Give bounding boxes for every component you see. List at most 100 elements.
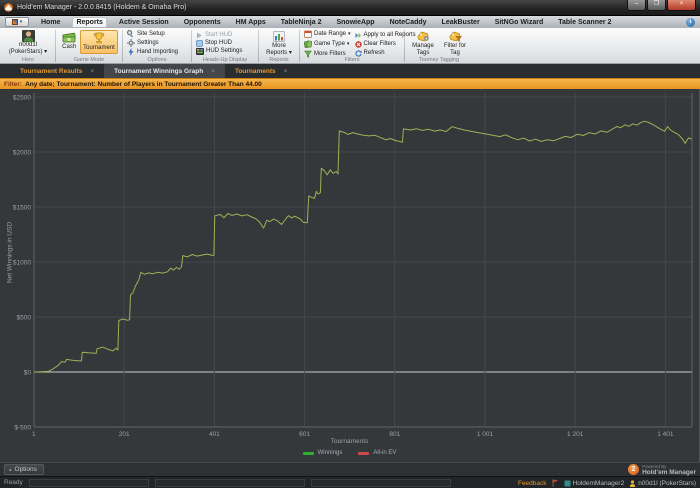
filter-for-tag-label: Filter for Tag <box>443 43 466 56</box>
site-setup-icon <box>127 30 134 38</box>
tournament-label: Tournament <box>83 45 115 51</box>
title-bar: Hold'em Manager - 2.0.0.8415 (Holdem & O… <box>0 0 700 16</box>
menu-item-reports[interactable]: Reports <box>72 17 107 27</box>
chevron-down-icon: ▾ <box>288 49 292 56</box>
account-status[interactable]: HoldemManager2 <box>563 479 624 487</box>
app-menu-button[interactable]: ▾ <box>5 17 29 27</box>
group-label-reports: Reports <box>269 57 289 63</box>
chevron-down-icon: ▾ <box>346 41 350 47</box>
svg-text:$500: $500 <box>17 315 32 322</box>
cards-icon <box>304 40 312 48</box>
legend-winnings: Winnings <box>302 450 342 456</box>
ribbon-toolbar: n00d1l (PokerStars) ▾ Hero Cash Tourname… <box>0 28 700 64</box>
hero-site[interactable]: (PokerStars) ▾ <box>9 49 47 56</box>
status-segment <box>310 479 451 487</box>
svg-text:$1500: $1500 <box>13 205 31 212</box>
hud-settings-button[interactable]: HUD Settings <box>196 47 242 55</box>
status-segment <box>28 479 149 487</box>
options-button[interactable]: ▴ Options <box>4 464 44 475</box>
play-icon <box>197 32 202 38</box>
legend-allin-ev-swatch <box>358 451 370 455</box>
info-icon[interactable]: i <box>686 17 695 27</box>
minimize-button[interactable]: – <box>627 0 646 11</box>
hand-importing-button[interactable]: Hand Importing <box>127 48 178 56</box>
tab-tournament-results[interactable]: Tournament Results × <box>10 64 104 78</box>
menu-item-opponents[interactable]: Opponents <box>181 18 224 27</box>
menu-item-tableninja[interactable]: TableNinja 2 <box>278 18 325 27</box>
ribbon-group-hud: Start HUD Stop HUD HUD Settings Heads-Up… <box>193 29 257 63</box>
svg-text:401: 401 <box>209 431 220 438</box>
ribbon-group-options: Site Setup Settings Hand Importing Optio… <box>124 29 190 63</box>
legend-winnings-swatch <box>302 451 314 455</box>
stop-icon <box>196 39 203 47</box>
status-ready: Ready <box>4 479 23 486</box>
svg-text:601: 601 <box>299 431 310 438</box>
user-status[interactable]: n00d1l (PokerStars) <box>629 480 696 487</box>
ribbon-group-tagging: Manage Tags Filter for Tag Tourney Taggi… <box>406 29 472 63</box>
svg-text:201: 201 <box>119 431 130 438</box>
brand-name: Hold'em Manager <box>642 468 696 476</box>
svg-text:1 201: 1 201 <box>567 431 584 438</box>
menu-item-active-session[interactable]: Active Session <box>116 18 172 27</box>
close-button[interactable]: × <box>667 0 696 11</box>
close-icon[interactable]: × <box>211 68 215 75</box>
status-segment <box>154 479 305 487</box>
ribbon-separator <box>55 30 56 62</box>
y-axis-label: Net Winnings in USD <box>6 221 14 284</box>
maximize-button[interactable]: ❐ <box>647 0 666 11</box>
group-label-hero: Hero <box>22 57 34 63</box>
cash-button[interactable]: Cash <box>60 30 78 52</box>
svg-text:1 401: 1 401 <box>657 431 674 438</box>
menu-item-snowieapp[interactable]: SnowieApp <box>333 18 377 27</box>
settings-button[interactable]: Settings <box>127 39 178 47</box>
more-reports-label: More Reports ▾ <box>266 43 292 56</box>
chevron-down-icon: ▾ <box>19 18 23 25</box>
ribbon-group-filters: Date Range ▾ Game Type ▾ More Filters Ap… <box>301 29 416 63</box>
chart-plot-area[interactable]: $2500 $2000 $1500 $1000 $500 $0 $-5001 201 401 60… <box>0 89 700 462</box>
game-type-button[interactable]: Game Type ▾ <box>304 40 351 48</box>
clear-filters-icon <box>354 40 362 48</box>
tournament-button[interactable]: Tournament <box>80 30 118 54</box>
filter-for-tag-button[interactable]: Filter for Tag <box>441 30 469 57</box>
feedback-link[interactable]: Feedback <box>518 480 547 487</box>
ribbon-group-hero: n00d1l (PokerStars) ▾ Hero <box>2 29 54 63</box>
stop-hud-button[interactable]: Stop HUD <box>196 39 242 47</box>
manage-tags-button[interactable]: Manage Tags <box>409 30 437 57</box>
start-hud-button[interactable]: Start HUD <box>196 32 242 39</box>
svg-text:$1000: $1000 <box>13 260 31 267</box>
group-label-filters: Filters <box>344 57 360 63</box>
filter-prefix: Filter: <box>4 80 23 88</box>
svg-text:$2000: $2000 <box>13 150 31 157</box>
site-setup-button[interactable]: Site Setup <box>127 30 178 38</box>
more-reports-icon <box>273 31 285 42</box>
powered-by-brand: 2 Powered By Hold'em Manager <box>628 464 696 475</box>
date-range-button[interactable]: Date Range ▾ <box>304 30 351 38</box>
svg-text:$0: $0 <box>24 370 32 377</box>
close-icon[interactable]: × <box>284 68 288 75</box>
ribbon-separator <box>258 30 259 62</box>
app-menu-icon <box>11 19 18 25</box>
user-icon <box>629 479 636 487</box>
report-tab-bar: Tournament Results × Tournament Winnings … <box>0 64 700 78</box>
hud-settings-icon <box>196 47 204 55</box>
refresh-icon <box>354 49 362 57</box>
svg-text:$-500: $-500 <box>14 425 31 432</box>
account-icon <box>563 479 571 487</box>
menu-item-notecaddy[interactable]: NoteCaddy <box>387 18 430 27</box>
menu-item-sitngo-wizard[interactable]: SitNGo Wizard <box>492 18 547 27</box>
menu-item-leakbuster[interactable]: LeakBuster <box>439 18 483 27</box>
tab-tournament-winnings-graph[interactable]: Tournament Winnings Graph × <box>104 64 225 78</box>
close-icon[interactable]: × <box>90 68 94 75</box>
gear-icon <box>127 39 135 47</box>
feedback-flag-icon <box>552 479 559 487</box>
trophy-icon <box>93 32 105 44</box>
more-reports-button[interactable]: More Reports ▾ <box>262 30 296 57</box>
filter-summary-bar: Filter: Any date; Tournament: Number of … <box>0 78 700 89</box>
hero-avatar-icon[interactable] <box>21 30 35 42</box>
group-label-hud: Heads-Up Display <box>202 57 248 63</box>
menu-item-table-scanner[interactable]: Table Scanner 2 <box>555 18 614 27</box>
tab-tournaments[interactable]: Tournaments × <box>225 64 298 78</box>
manage-tags-label: Manage Tags <box>412 43 434 56</box>
menu-item-hm-apps[interactable]: HM Apps <box>233 18 269 27</box>
menu-item-home[interactable]: Home <box>38 18 63 27</box>
